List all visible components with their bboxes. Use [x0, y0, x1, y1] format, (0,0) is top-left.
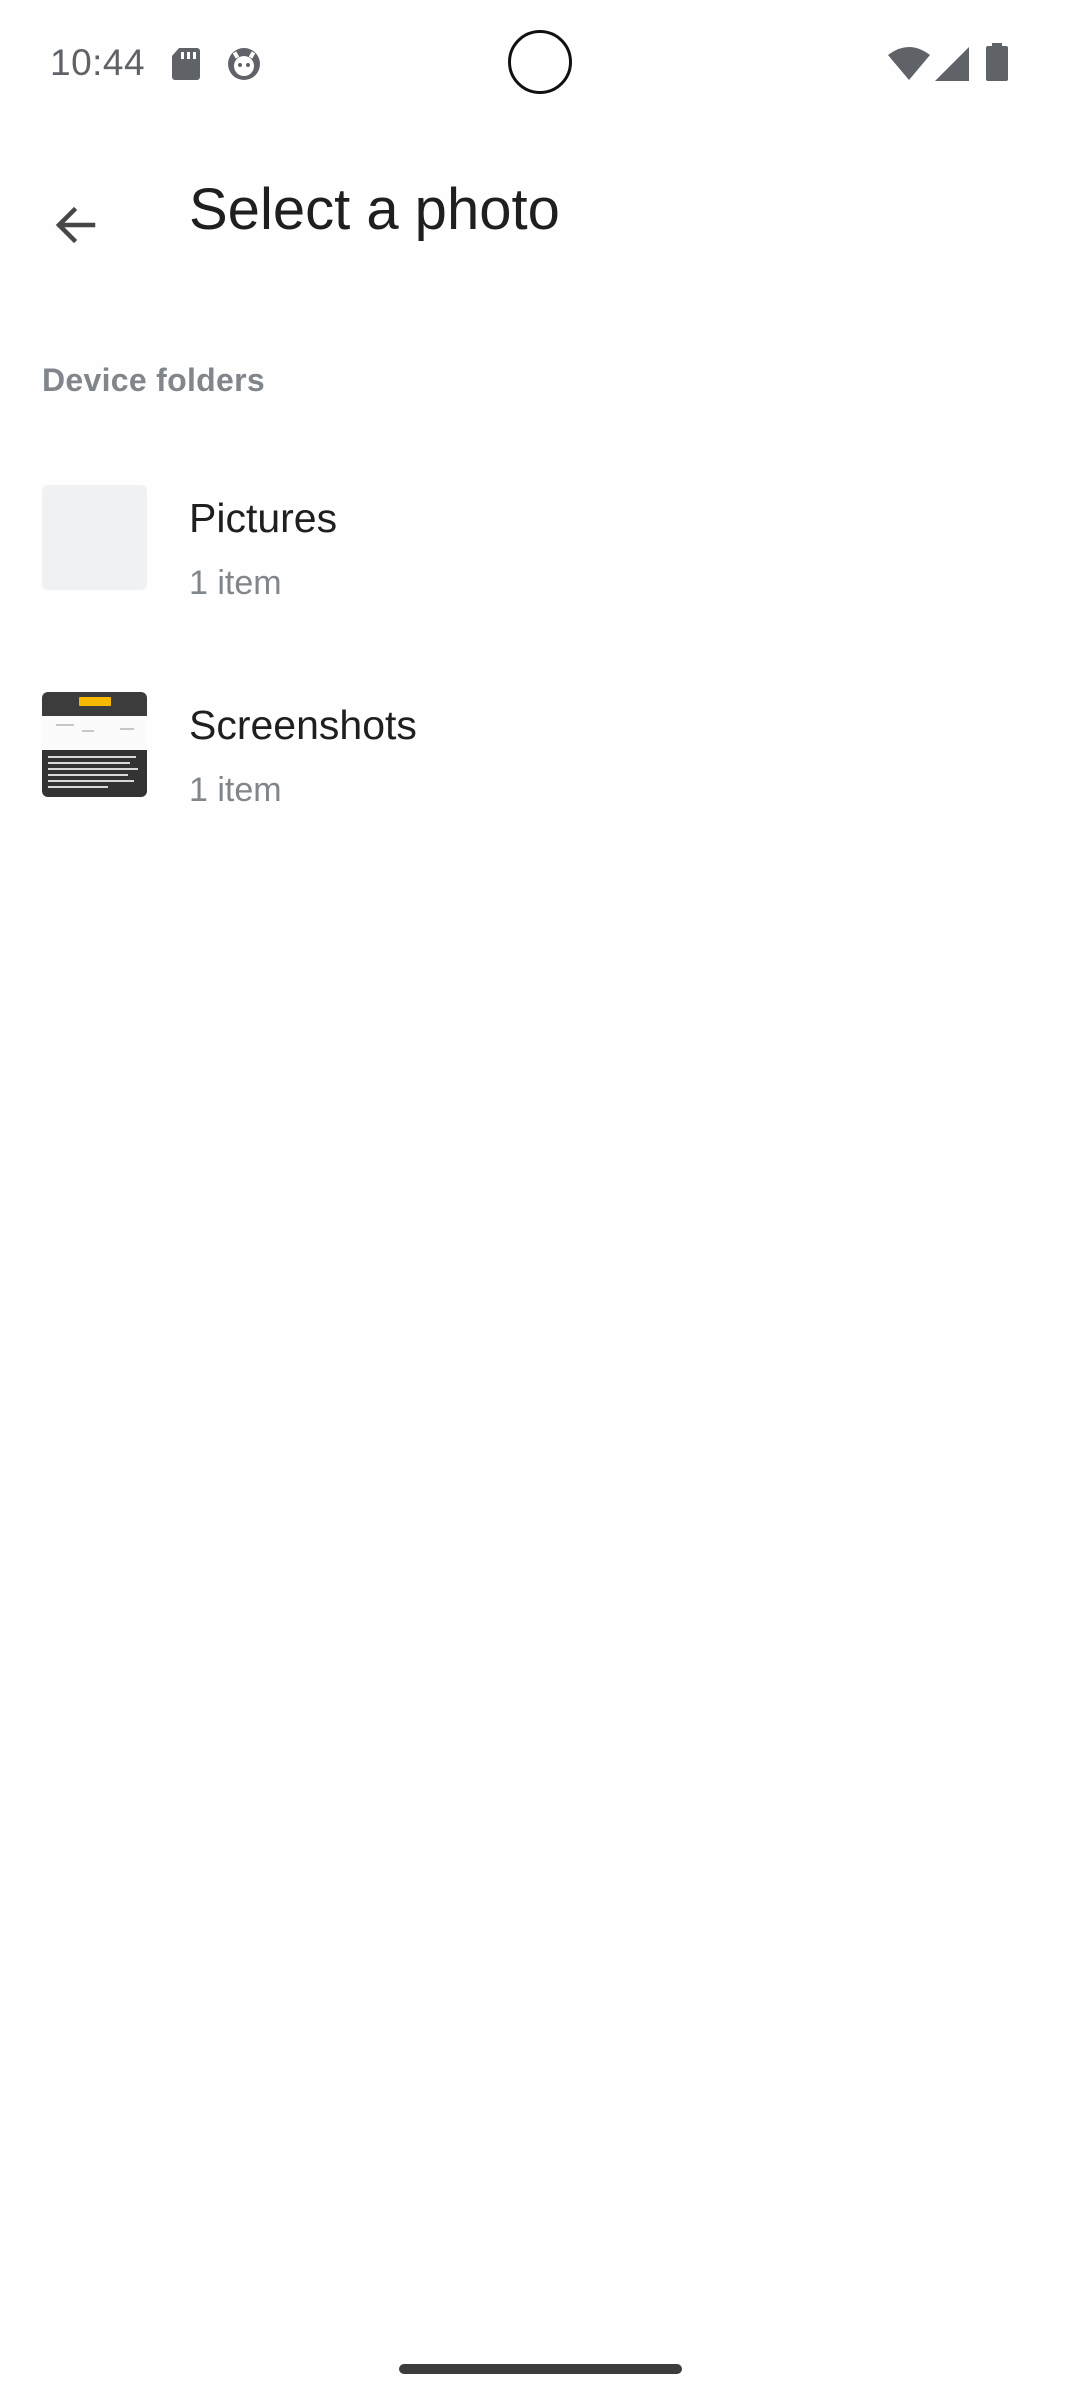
folder-list: Pictures 1 item Screenshots 1 item — [0, 460, 1080, 874]
thumbnail-badge — [79, 697, 111, 706]
status-bar: 10:44 — [0, 0, 1080, 130]
folder-name: Screenshots — [189, 702, 417, 748]
android-face-icon — [228, 48, 260, 80]
thumbnail-header — [42, 692, 147, 716]
section-header: Device folders — [42, 362, 265, 398]
battery-icon — [986, 43, 1008, 81]
page-title: Select a photo — [189, 177, 560, 242]
folder-item-count: 1 item — [189, 771, 282, 809]
back-button[interactable] — [30, 180, 120, 270]
cellular-signal-icon — [935, 47, 969, 81]
thumbnail-text-block — [42, 750, 147, 797]
wifi-icon — [888, 47, 930, 80]
app-bar: Select a photo — [0, 150, 1080, 270]
folder-item-count: 1 item — [189, 564, 282, 602]
folder-item-pictures[interactable]: Pictures 1 item — [0, 460, 1080, 667]
folder-name: Pictures — [189, 495, 338, 541]
folder-thumbnail — [42, 485, 147, 590]
thumbnail-body — [42, 716, 147, 750]
folder-item-screenshots[interactable]: Screenshots 1 item — [0, 667, 1080, 874]
gesture-nav-handle[interactable] — [399, 2364, 682, 2374]
camera-cutout — [508, 30, 572, 94]
arrow-back-icon — [55, 206, 96, 244]
sd-card-icon — [172, 48, 200, 80]
status-time: 10:44 — [50, 42, 146, 83]
folder-thumbnail — [42, 692, 147, 797]
